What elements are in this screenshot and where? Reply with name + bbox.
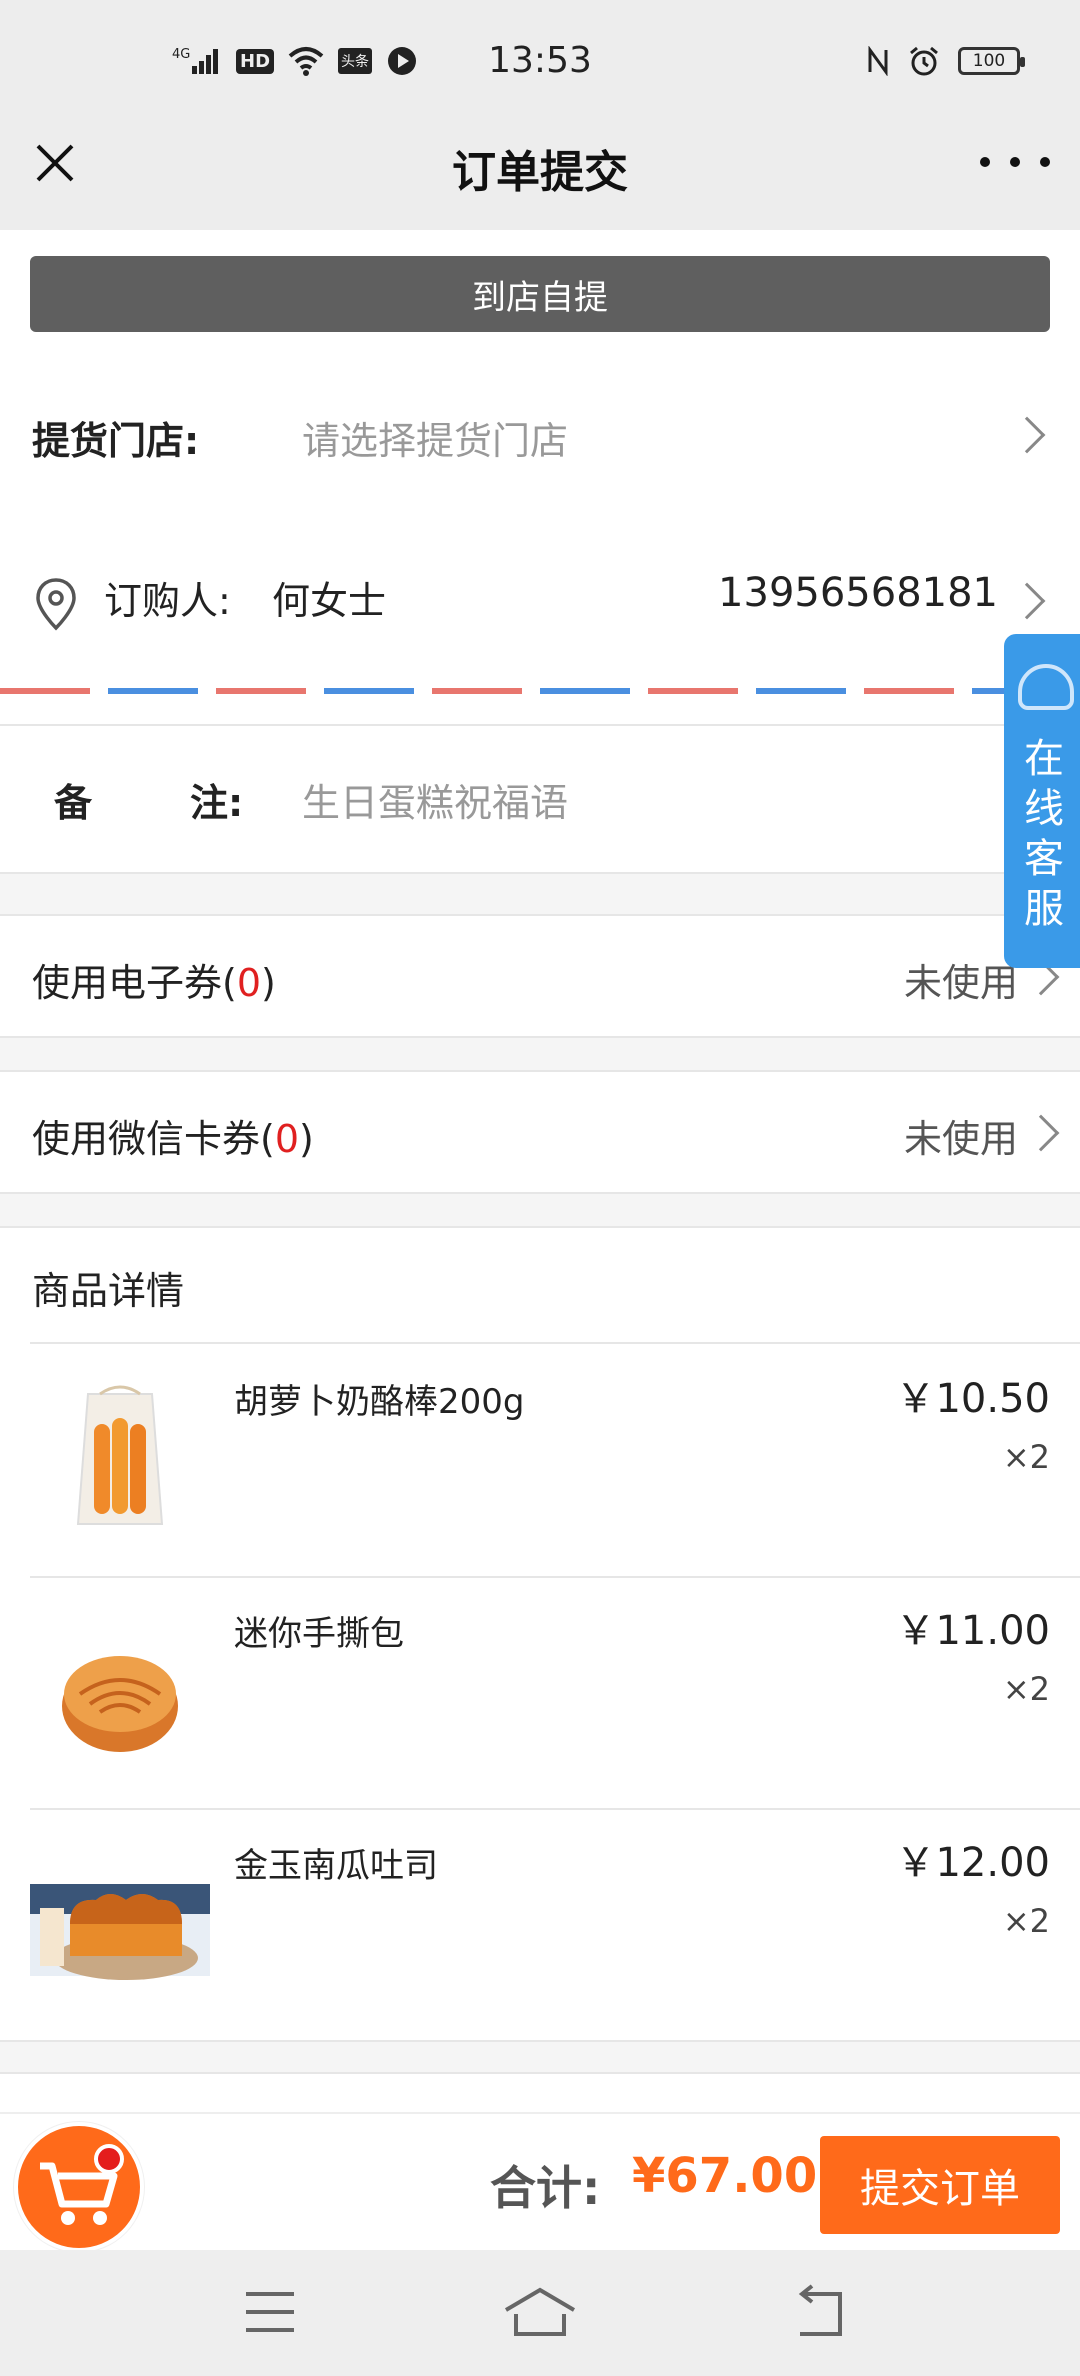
chevron-right-icon xyxy=(1008,582,1046,620)
goods-price: ￥11.00 xyxy=(895,1608,1050,1654)
wechat-coupon-label-text: 使用微信卡券( xyxy=(32,1117,275,1161)
pickup-store-row[interactable]: 提货门店: 请选择提货门店 xyxy=(0,370,1080,500)
cart-icon xyxy=(40,2162,118,2225)
more-icon[interactable] xyxy=(980,142,1050,182)
cart-button[interactable] xyxy=(14,2122,144,2252)
pickup-mode-button[interactable]: 到店自提 xyxy=(30,256,1050,332)
nfc-icon xyxy=(866,44,890,78)
section-gap xyxy=(0,874,1080,916)
wechat-coupon-label: 使用微信卡券(0) xyxy=(32,1108,314,1163)
online-service-button[interactable]: 在线客服 xyxy=(1004,634,1080,968)
wechat-coupon-label-suffix: ) xyxy=(299,1117,314,1161)
goods-name: 金玉南瓜吐司 xyxy=(234,1846,438,1886)
online-service-label: 在线客服 xyxy=(1024,736,1064,932)
section-gap xyxy=(0,1038,1080,1072)
goods-item[interactable]: 胡萝卜奶酪棒200g ￥10.50 ×2 xyxy=(30,1346,1050,1576)
back-icon[interactable] xyxy=(774,2280,874,2344)
product-image-pumpkin-toast xyxy=(30,1838,210,2008)
e-coupon-row[interactable]: 使用电子券(0) 未使用 xyxy=(0,916,1080,1036)
product-image-carrot-cheese-stick xyxy=(30,1374,210,1544)
goods-item[interactable]: 金玉南瓜吐司 ￥12.00 ×2 xyxy=(30,1810,1050,2040)
goods-item[interactable]: 迷你手撕包 ￥11.00 ×2 xyxy=(30,1578,1050,1808)
store-label: 提货门店: xyxy=(32,419,200,463)
wechat-coupon-row[interactable]: 使用微信卡券(0) 未使用 xyxy=(0,1072,1080,1192)
product-image-mini-pull-bread xyxy=(30,1606,210,1776)
headset-icon xyxy=(1018,664,1074,710)
page-title: 订单提交 xyxy=(452,147,628,198)
goods-name: 胡萝卜奶酪棒200g xyxy=(234,1382,525,1422)
buyer-phone: 13956568181 xyxy=(718,570,998,616)
system-nav-bar xyxy=(0,2250,1080,2376)
section-gap xyxy=(0,2042,1080,2072)
remark-row[interactable]: 备 注: 生日蛋糕祝福语 xyxy=(0,726,1080,872)
more-dot xyxy=(980,157,990,167)
wechat-coupon-state: 未使用 xyxy=(903,1117,1018,1161)
total-label: 合计: xyxy=(490,2161,601,2215)
submit-order-button[interactable]: 提交订单 xyxy=(820,2136,1060,2234)
e-coupon-count: 0 xyxy=(236,961,262,1005)
goods-quantity: ×2 xyxy=(1002,1902,1050,1940)
remark-label-suffix: 注: xyxy=(190,781,244,825)
e-coupon-state: 未使用 xyxy=(903,961,1018,1005)
goods-quantity: ×2 xyxy=(1002,1438,1050,1476)
battery-icon: 100 xyxy=(958,47,1025,75)
e-coupon-label-suffix: ) xyxy=(261,961,276,1005)
store-placeholder: 请选择提货门店 xyxy=(302,419,569,463)
checkout-bar: 合计: ¥67.00 提交订单 xyxy=(0,2112,1080,2252)
divider xyxy=(30,1342,1080,1344)
chevron-right-icon xyxy=(1022,1114,1060,1152)
airmail-divider xyxy=(0,688,1080,694)
more-dot xyxy=(1040,157,1050,167)
goods-price: ￥10.50 xyxy=(895,1376,1050,1422)
cart-badge xyxy=(94,2144,124,2174)
more-dot xyxy=(1010,157,1020,167)
e-coupon-label: 使用电子券(0) xyxy=(32,952,276,1007)
alarm-icon xyxy=(908,44,940,78)
total-amount: ¥67.00 xyxy=(632,2148,818,2204)
remark-label: 备 xyxy=(54,781,93,825)
buyer-name: 何女士 xyxy=(272,579,387,623)
section-gap xyxy=(0,1194,1080,1228)
status-icons-right: 100 xyxy=(866,44,1025,78)
goods-quantity: ×2 xyxy=(1002,1670,1050,1708)
goods-section-title: 商品详情 xyxy=(32,1269,185,1313)
e-coupon-label-text: 使用电子券( xyxy=(32,961,237,1005)
goods-price: ￥12.00 xyxy=(895,1840,1050,1886)
chevron-right-icon xyxy=(1008,416,1046,454)
buyer-row[interactable]: 订购人: 何女士 13956568181 xyxy=(0,540,1080,660)
menu-icon[interactable] xyxy=(220,2280,320,2344)
title-bar: 订单提交 xyxy=(0,100,1080,230)
divider xyxy=(0,1226,1080,1228)
location-pin-icon xyxy=(32,576,80,632)
goods-name: 迷你手撕包 xyxy=(234,1614,404,1654)
divider xyxy=(0,2072,1080,2074)
home-icon[interactable] xyxy=(490,2280,590,2344)
wechat-coupon-count: 0 xyxy=(274,1117,300,1161)
buyer-label: 订购人: xyxy=(104,579,231,623)
remark-input[interactable]: 生日蛋糕祝福语 xyxy=(302,772,568,827)
